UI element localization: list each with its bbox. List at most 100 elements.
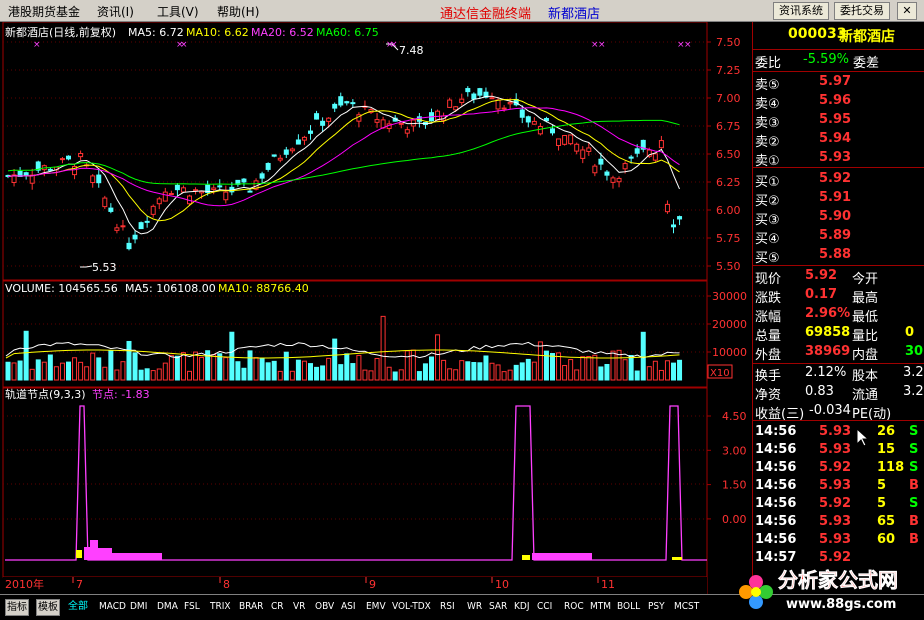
price-tick-label: 7.50 (716, 36, 741, 49)
tab-mtm[interactable]: MTM (590, 599, 611, 616)
volume-bar (386, 366, 392, 381)
volume-tick-label: 10000 (712, 346, 747, 359)
extra-value-2: 3.2 (903, 384, 924, 399)
volume-bar (380, 315, 386, 381)
price-tick-label: 7.25 (716, 64, 741, 77)
info-system-button[interactable]: 资讯系统 (773, 2, 829, 20)
candle-body (404, 129, 410, 134)
volume-bar (640, 331, 646, 381)
trade-side: S (909, 496, 919, 511)
bid-row: 买⑤ 5.88 (753, 247, 924, 266)
tab-mcst[interactable]: MCST (674, 599, 699, 616)
candle-body (568, 134, 574, 145)
ma60-readout: MA60: 6.75 (316, 26, 379, 39)
volume-bar (114, 369, 120, 381)
menu-hk-futures-funds[interactable]: 港股期货基金 (8, 3, 80, 20)
chart-area[interactable]: 新都酒店(日线,前复权) MA5: 6.72 MA10: 6.62 MA20: … (0, 22, 752, 594)
volume-bar (217, 353, 223, 381)
stat-value-2: 0 (905, 325, 915, 340)
stat-value: 0.17 (805, 287, 838, 302)
menu-tools[interactable]: 工具(V) (157, 3, 199, 20)
candle-body (677, 216, 683, 220)
trade-row: 14:56 5.93 15 S (753, 442, 924, 461)
volume-bar (265, 362, 271, 381)
tab-指标[interactable]: 指标 (5, 599, 29, 616)
menu-info[interactable]: 资讯(I) (97, 3, 134, 20)
tab-dmi[interactable]: DMI (130, 599, 147, 616)
month-tick-label: 10 (495, 578, 509, 591)
volume-bar (574, 369, 580, 381)
volume-bar (174, 355, 180, 381)
indicator-bar (98, 548, 112, 560)
candle-body (664, 203, 670, 213)
stat-value: 2.96% (805, 306, 851, 321)
tab-asi[interactable]: ASI (341, 599, 356, 616)
tab-sar[interactable]: SAR (489, 599, 507, 616)
volume-bar (592, 354, 598, 381)
tab-roc[interactable]: ROC (564, 599, 584, 616)
signal-marker: × (598, 40, 606, 50)
indicator-tick-label: 3.00 (722, 444, 747, 457)
tab-全部[interactable]: 全部 (68, 599, 88, 616)
volume-bar (507, 369, 513, 381)
volume-bar (489, 362, 495, 381)
candle-body (574, 143, 580, 152)
stat-label-2: 最低 (852, 310, 879, 325)
tab-vr[interactable]: VR (293, 599, 305, 616)
tab-boll[interactable]: BOLL (617, 599, 640, 616)
candle-body (350, 102, 356, 105)
extra-label-2: 股本 (852, 369, 879, 384)
tab-fsl[interactable]: FSL (184, 599, 200, 616)
month-tick-label: 9 (369, 578, 376, 591)
volume-bar (441, 359, 447, 381)
candle-body (289, 148, 295, 152)
trade-volume: 26 (877, 424, 896, 439)
trade-row: 14:56 5.93 26 S (753, 424, 924, 443)
tab-emv[interactable]: EMV (366, 599, 386, 616)
volume-bar (223, 357, 229, 381)
ask-price: 5.93 (819, 150, 852, 165)
volume-bar (568, 359, 574, 381)
trade-button[interactable]: 委托交易 (834, 2, 890, 20)
trade-price: 5.93 (819, 478, 852, 493)
tab-obv[interactable]: OBV (315, 599, 334, 616)
app-title: 通达信金融终端 (440, 7, 532, 22)
tab-cr[interactable]: CR (271, 599, 284, 616)
volume-bar (132, 352, 138, 381)
trade-price: 5.92 (819, 460, 852, 475)
candle-body (150, 205, 156, 215)
tab-rsi[interactable]: RSI (440, 599, 455, 616)
tab-kdj[interactable]: KDJ (514, 599, 529, 616)
price-tick-label: 5.50 (716, 260, 741, 273)
candle-body (301, 136, 307, 141)
tab-模板[interactable]: 模板 (36, 599, 60, 616)
menu-help[interactable]: 帮助(H) (217, 3, 259, 20)
tab-vol-tdx[interactable]: VOL-TDX (392, 599, 431, 616)
candle-body (314, 113, 320, 120)
trade-price: 5.93 (819, 442, 852, 457)
signal-marker: × (180, 40, 188, 50)
candle-body (90, 175, 96, 184)
close-icon[interactable]: ✕ (897, 2, 917, 20)
trading-terminal-window: 港股期货基金 资讯(I) 工具(V) 帮助(H) 通达信金融终端 新都酒店 资讯… (0, 0, 924, 620)
volume-bar (59, 362, 65, 381)
extra-label-2: 流通 (852, 388, 879, 403)
candle-body (168, 193, 174, 196)
volume-bar (235, 361, 241, 381)
volume-bar (126, 340, 132, 381)
tab-macd[interactable]: MACD (99, 599, 126, 616)
candle-body (495, 99, 501, 110)
volume-bar (259, 358, 265, 381)
volume-bar (241, 367, 247, 381)
candle-body (338, 96, 344, 106)
tab-trix[interactable]: TRIX (210, 599, 231, 616)
tab-dma[interactable]: DMA (157, 599, 178, 616)
stat-row: 涨幅 2.96% 最低 (753, 306, 924, 325)
tab-wr[interactable]: WR (467, 599, 482, 616)
trade-time: 14:56 (755, 424, 797, 439)
stat-label: 涨幅 (755, 310, 782, 325)
signal-marker: × (684, 40, 692, 50)
tab-psy[interactable]: PSY (648, 599, 665, 616)
tab-cci[interactable]: CCI (537, 599, 552, 616)
tab-brar[interactable]: BRAR (239, 599, 263, 616)
